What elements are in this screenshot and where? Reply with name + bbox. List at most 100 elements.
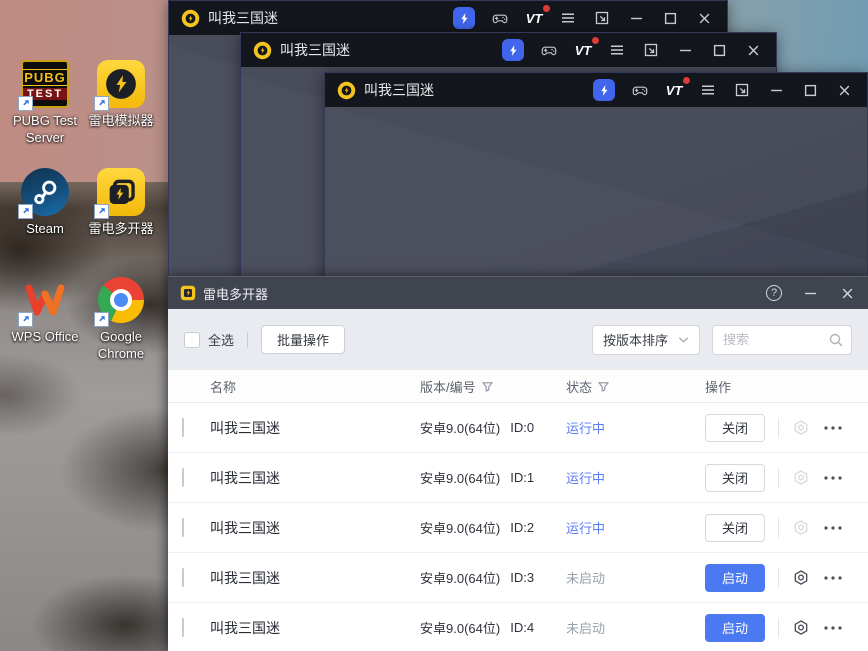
settings-gear-icon[interactable] (792, 469, 810, 487)
status-badge: 运行中 (566, 471, 605, 486)
row-checkbox[interactable] (182, 618, 184, 637)
close-icon[interactable] (695, 9, 713, 27)
close-icon[interactable] (744, 41, 762, 59)
menu-icon[interactable] (699, 81, 717, 99)
close-instance-button[interactable]: 关闭 (705, 414, 765, 442)
boost-icon[interactable] (502, 39, 524, 61)
desktop-icon-label: Steam (26, 221, 64, 238)
desktop-icon-wps-office[interactable]: WPS Office (6, 276, 84, 346)
filter-icon[interactable] (597, 380, 610, 393)
manager-titlebar: 雷电多开器 ? (168, 277, 868, 309)
gamepad-icon[interactable] (631, 81, 649, 99)
manager-toolbar: 全选 批量操作 按版本排序 (168, 309, 868, 370)
pubg-icon: PUBGTEST (21, 60, 69, 108)
instance-name: 叫我三国迷 (210, 468, 420, 488)
boost-icon[interactable] (453, 7, 475, 29)
action-divider (778, 618, 779, 638)
action-divider (778, 568, 779, 588)
desktop-icon-steam[interactable]: Steam (6, 168, 84, 238)
select-all-checkbox[interactable] (184, 332, 200, 348)
desktop-icon-label: 雷电多开器 (88, 221, 153, 238)
shortcut-arrow-icon (18, 204, 33, 219)
instance-row[interactable]: 叫我三国迷 安卓9.0(64位)ID:4 未启动 启动 (168, 603, 868, 651)
instance-row[interactable]: 叫我三国迷 安卓9.0(64位)ID:0 运行中 关闭 (168, 403, 868, 453)
desktop-icon-pubg-test-server[interactable]: PUBGTEST PUBG Test Server (6, 60, 84, 147)
header-status: 状态 (566, 377, 592, 396)
instance-id: ID:1 (510, 470, 534, 485)
instance-row[interactable]: 叫我三国迷 安卓9.0(64位)ID:1 运行中 关闭 (168, 453, 868, 503)
row-checkbox[interactable] (182, 468, 184, 487)
help-icon[interactable]: ? (766, 285, 782, 301)
rotate-screen-icon[interactable] (642, 41, 660, 59)
minimize-icon[interactable] (627, 9, 645, 27)
gamepad-icon[interactable] (491, 9, 509, 27)
instance-version: 安卓9.0(64位) (420, 418, 500, 437)
rotate-screen-icon[interactable] (593, 9, 611, 27)
menu-icon[interactable] (559, 9, 577, 27)
gamepad-icon[interactable] (540, 41, 558, 59)
instance-id: ID:2 (510, 520, 534, 535)
instance-name: 叫我三国迷 (210, 418, 420, 438)
more-options-icon[interactable] (823, 475, 843, 481)
search-icon[interactable] (828, 332, 844, 353)
shortcut-arrow-icon (18, 312, 33, 327)
settings-gear-icon[interactable] (792, 519, 810, 537)
vt-icon[interactable]: VT (525, 9, 543, 27)
sort-dropdown[interactable]: 按版本排序 (592, 325, 700, 355)
select-all-label: 全选 (208, 330, 234, 349)
vt-icon[interactable]: VT (665, 81, 683, 99)
vt-icon[interactable]: VT (574, 41, 592, 59)
close-icon[interactable] (838, 284, 856, 302)
action-divider (778, 518, 779, 538)
shortcut-arrow-icon (18, 96, 33, 111)
ldplayer-logo-icon (181, 9, 200, 28)
window-title: 叫我三国迷 (280, 40, 350, 60)
start-instance-button[interactable]: 启动 (705, 564, 765, 592)
settings-gear-icon[interactable] (792, 619, 810, 637)
more-options-icon[interactable] (823, 575, 843, 581)
close-instance-button[interactable]: 关闭 (705, 514, 765, 542)
vt-label: VT (575, 43, 592, 58)
more-options-icon[interactable] (823, 525, 843, 531)
notification-dot (592, 37, 599, 44)
rotate-screen-icon[interactable] (733, 81, 751, 99)
row-checkbox[interactable] (182, 568, 184, 587)
more-options-icon[interactable] (823, 425, 843, 431)
sort-dropdown-label: 按版本排序 (603, 330, 668, 349)
row-checkbox[interactable] (182, 418, 184, 437)
instance-name: 叫我三国迷 (210, 568, 420, 588)
desktop-icon-ldplayer[interactable]: 雷电模拟器 (82, 60, 160, 130)
shortcut-arrow-icon (94, 204, 109, 219)
maximize-icon[interactable] (710, 41, 728, 59)
minimize-icon[interactable] (767, 81, 785, 99)
header-name: 名称 (210, 377, 420, 396)
close-icon[interactable] (835, 81, 853, 99)
batch-operations-button[interactable]: 批量操作 (261, 325, 345, 354)
minimize-icon[interactable] (801, 284, 819, 302)
boost-icon[interactable] (593, 79, 615, 101)
instance-name: 叫我三国迷 (210, 618, 420, 638)
maximize-icon[interactable] (801, 81, 819, 99)
close-instance-button[interactable]: 关闭 (705, 464, 765, 492)
filter-icon[interactable] (481, 380, 494, 393)
desktop-icon-label: WPS Office (12, 329, 79, 346)
instance-version: 安卓9.0(64位) (420, 518, 500, 537)
table-header: 名称 版本/编号 状态 操作 (168, 370, 868, 403)
google-chrome-icon (97, 276, 145, 324)
instance-row[interactable]: 叫我三国迷 安卓9.0(64位)ID:3 未启动 启动 (168, 553, 868, 603)
menu-icon[interactable] (608, 41, 626, 59)
ld-multiplayer-icon (97, 168, 145, 216)
row-checkbox[interactable] (182, 518, 184, 537)
maximize-icon[interactable] (661, 9, 679, 27)
search-box (712, 325, 852, 355)
settings-gear-icon[interactable] (792, 569, 810, 587)
emulator-titlebar: 叫我三国迷 VT (325, 73, 867, 107)
desktop-icon-google-chrome[interactable]: Google Chrome (82, 276, 160, 363)
minimize-icon[interactable] (676, 41, 694, 59)
window-title: 叫我三国迷 (364, 80, 434, 100)
more-options-icon[interactable] (823, 625, 843, 631)
instance-row[interactable]: 叫我三国迷 安卓9.0(64位)ID:2 运行中 关闭 (168, 503, 868, 553)
desktop-icon-ld-multiplayer[interactable]: 雷电多开器 (82, 168, 160, 238)
start-instance-button[interactable]: 启动 (705, 614, 765, 642)
settings-gear-icon[interactable] (792, 419, 810, 437)
